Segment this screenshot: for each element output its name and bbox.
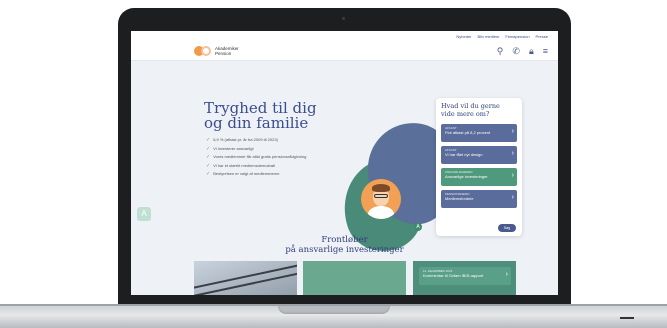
news-tile-image[interactable] — [194, 261, 297, 295]
news-tiles: 11. DECEMBER 2023 Kommentar til Oxfam IB… — [194, 261, 516, 295]
site-header: Akademiker Pension ⚲ ✆ 🔒︎ ≡ — [131, 41, 558, 61]
topbar-link-presse[interactable]: Presse — [536, 34, 548, 39]
accessibility-icon[interactable]: A — [137, 207, 151, 221]
laptop-lid: Nyheder Bliv medlem Firmapension Presse … — [118, 8, 571, 310]
laptop-screen: Nyheder Bliv medlem Firmapension Presse … — [131, 31, 558, 295]
search-button[interactable]: Søg — [498, 224, 516, 232]
list-item: ✓ Vi har et stærkt medlemsdemokrati — [206, 162, 276, 169]
news-tile-oxfam[interactable]: 11. DECEMBER 2023 Kommentar til Oxfam IB… — [413, 261, 516, 295]
topics-card-title: Hvad vil du gerne vide mere om? — [441, 102, 500, 118]
topic-item-medlemsfordele[interactable]: PENSIONSDEMO Medlemsfordele › — [441, 190, 517, 208]
topic-item-ansvarlige[interactable]: ANSVARLIGHEDEN Ansvarlige investeringer … — [441, 168, 517, 186]
news-tile-green[interactable] — [303, 261, 406, 295]
logo-text-line2: Pension — [215, 50, 232, 56]
news-date: 11. DECEMBER 2023 — [423, 269, 453, 273]
search-icon[interactable]: ⚲ — [497, 46, 504, 56]
utility-bar: Nyheder Bliv medlem Firmapension Presse — [131, 31, 558, 41]
logo[interactable]: Akademiker Pension — [194, 45, 239, 57]
topics-card: Hvad vil du gerne vide mere om? AFKAST F… — [436, 98, 522, 236]
hero-section: Tryghed til dig og din familie ✓ 6,9 % (a… — [131, 61, 558, 295]
topbar-link-firmapension[interactable]: Firmapension — [505, 34, 529, 39]
topic-item-afkast[interactable]: AFKAST Flot afkast på 8,2 procent › — [441, 124, 517, 142]
lock-icon[interactable]: 🔒︎ — [529, 46, 534, 56]
list-item: ✓ Bestyrelsen er valgt af medlemmerne — [206, 171, 280, 178]
laptop-mockup: Nyheder Bliv medlem Firmapension Presse … — [0, 0, 667, 328]
topic-item-design[interactable]: AFKAST Vi har fået nyt design › — [441, 146, 517, 164]
hero-title: Tryghed til dig og din familie — [204, 99, 317, 132]
news-title: Kommentar til Oxfam IBIS-rapport — [423, 273, 484, 278]
chevron-right-icon: › — [511, 194, 514, 201]
section-title: Frontløber på ansvarlige investeringer — [285, 235, 404, 255]
chevron-right-icon: › — [511, 172, 514, 179]
list-item: ✓ Vores medlemmer får altid gratis pensio… — [206, 154, 307, 161]
header-icons: ⚲ ✆ 🔒︎ ≡ — [497, 46, 548, 56]
phone-icon[interactable]: ✆ — [512, 46, 520, 56]
avatar — [361, 179, 401, 219]
topbar-link-nyheder[interactable]: Nyheder — [456, 34, 471, 39]
chevron-right-icon: › — [511, 128, 514, 135]
laptop-indicator — [620, 317, 634, 319]
list-item: ✓ 6,9 % (afkast pr. år fra 2009 til 2023) — [206, 137, 278, 144]
check-icon: ✓ — [206, 162, 211, 169]
list-item: ✓ Vi investerer ansvarligt — [206, 145, 254, 152]
bridge-image — [194, 261, 297, 295]
menu-icon[interactable]: ≡ — [543, 46, 548, 56]
check-icon: ✓ — [206, 145, 211, 152]
check-icon: ✓ — [206, 171, 211, 178]
hero-bullet-list: ✓ 6,9 % (afkast pr. år fra 2009 til 2023)… — [206, 136, 306, 179]
accessibility-badge-icon[interactable]: A — [414, 223, 422, 231]
logo-mark — [194, 45, 212, 57]
topbar-link-bliv-medlem[interactable]: Bliv medlem — [478, 34, 500, 39]
laptop-notch — [278, 306, 390, 314]
chevron-right-icon: › — [505, 271, 508, 278]
chevron-right-icon: › — [511, 150, 514, 157]
check-icon: ✓ — [206, 154, 211, 161]
check-icon: ✓ — [206, 137, 211, 144]
camera — [342, 17, 345, 20]
